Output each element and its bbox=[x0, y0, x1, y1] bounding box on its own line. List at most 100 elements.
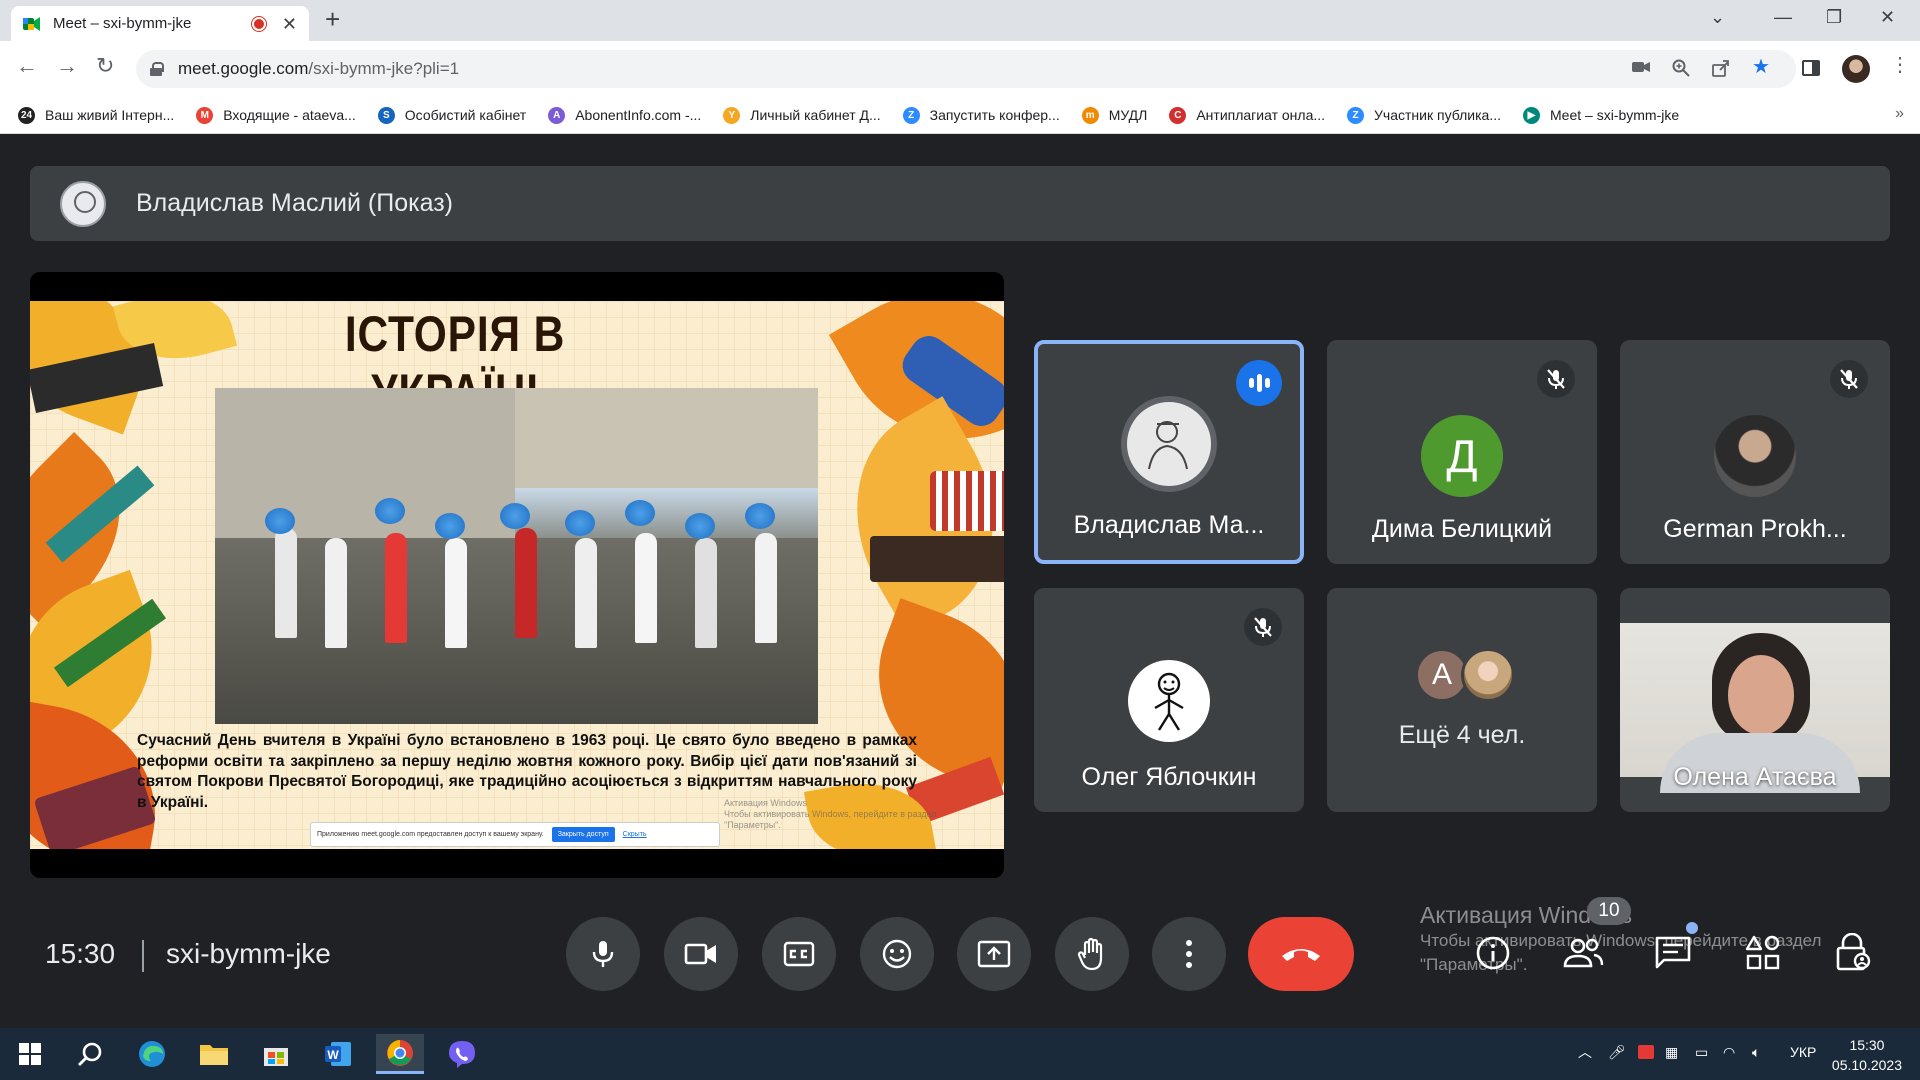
hide-notice-link[interactable]: Скрыть bbox=[623, 831, 647, 838]
photo-person bbox=[325, 538, 347, 648]
people-button[interactable] bbox=[1558, 928, 1608, 978]
chrome-menu-icon[interactable]: ⋮ bbox=[1890, 55, 1910, 75]
bookmark-item[interactable]: S Особистий кабінет bbox=[377, 106, 527, 124]
raise-hand-button[interactable] bbox=[1055, 917, 1129, 991]
mini-avatar bbox=[1461, 648, 1515, 702]
bookmark-favicon-icon: m bbox=[1081, 106, 1099, 124]
host-controls-button[interactable] bbox=[1828, 928, 1878, 978]
forward-icon[interactable]: → bbox=[56, 55, 78, 77]
share-icon[interactable] bbox=[1712, 59, 1730, 80]
screen-share-notice: Приложению meet.google.com предоставлен … bbox=[310, 822, 720, 847]
tray-volume-icon[interactable]: 🔈︎ bbox=[1752, 1045, 1760, 1059]
bookmark-label: AbonentInfo.com -... bbox=[575, 107, 702, 123]
taskbar-explorer[interactable] bbox=[190, 1034, 238, 1074]
video-face bbox=[1728, 655, 1794, 735]
bookmark-item[interactable]: A AbonentInfo.com -... bbox=[548, 106, 702, 124]
microphone-button[interactable] bbox=[566, 917, 640, 991]
bookmark-item[interactable]: ▶ Meet – sxi-bymm-jke bbox=[1523, 106, 1680, 124]
bookmark-label: Личный кабинет Д... bbox=[750, 107, 881, 123]
tray-clock[interactable]: 15:30 05.10.2023 bbox=[1832, 1035, 1902, 1075]
profile-avatar[interactable] bbox=[1842, 55, 1870, 83]
video-camera-icon bbox=[684, 943, 716, 965]
meeting-code: sxi-bymm-jke bbox=[166, 938, 331, 969]
browser-tab-meet[interactable]: Meet – sxi-bymm-jke ✕ bbox=[11, 6, 309, 41]
bookmark-label: Особистий кабінет bbox=[404, 107, 527, 123]
address-bar[interactable]: meet.google.com/sxi-bymm-jke?pli=1 ★ bbox=[136, 50, 1796, 88]
participant-tile-oleh[interactable]: Олег Яблочкин bbox=[1034, 588, 1304, 812]
bookmark-item[interactable]: m МУДЛ bbox=[1081, 106, 1147, 124]
bookmarks-overflow-icon[interactable]: » bbox=[1895, 105, 1904, 123]
participant-tile-olena[interactable]: Олена Атаєва bbox=[1620, 588, 1890, 812]
taskbar-chrome[interactable] bbox=[376, 1034, 424, 1074]
tab-search-icon[interactable]: ⌄ bbox=[1710, 8, 1725, 26]
decor-cup bbox=[930, 471, 1004, 531]
chat-button[interactable] bbox=[1648, 928, 1698, 978]
taskbar-viber[interactable] bbox=[438, 1034, 486, 1074]
slide-activation-watermark: Активация Windows Чтобы активировать Win… bbox=[724, 798, 937, 831]
shared-screen[interactable]: ІСТОРІЯ В УКРАЇНІ bbox=[30, 272, 1004, 878]
folder-icon bbox=[200, 1045, 228, 1065]
tray-mic-icon[interactable]: 🎤︎ bbox=[1608, 1045, 1626, 1059]
bookmark-star-icon[interactable]: ★ bbox=[1752, 57, 1770, 77]
photo-pompom bbox=[435, 513, 465, 539]
camera-button[interactable] bbox=[664, 917, 738, 991]
tray-battery-icon[interactable]: ▭ bbox=[1695, 1045, 1708, 1059]
photo-pompom bbox=[625, 500, 655, 526]
bookmark-item[interactable]: M Входящие - ataeva... bbox=[196, 106, 356, 124]
bookmark-item[interactable]: Z Участник публика... bbox=[1347, 106, 1501, 124]
bookmark-item[interactable]: Y Личный кабинет Д... bbox=[723, 106, 881, 124]
participant-tile-vladyslav[interactable]: Владислав Ма... bbox=[1034, 340, 1304, 564]
new-tab-button[interactable]: + bbox=[325, 6, 340, 32]
share-notice-text: Приложению meet.google.com предоставлен … bbox=[317, 831, 544, 838]
participant-name: Олена Атаєва bbox=[1673, 763, 1837, 791]
maximize-button[interactable]: ❐ bbox=[1826, 8, 1842, 26]
activities-button[interactable] bbox=[1738, 928, 1788, 978]
participant-tile-german[interactable]: German Prokh... bbox=[1620, 340, 1890, 564]
reload-icon[interactable]: ↻ bbox=[96, 55, 114, 77]
more-options-button[interactable] bbox=[1152, 917, 1226, 991]
tray-app-icon[interactable] bbox=[1638, 1045, 1654, 1059]
present-button[interactable] bbox=[957, 917, 1031, 991]
bookmark-item[interactable]: C Антиплагиат онла... bbox=[1169, 106, 1325, 124]
bookmark-favicon-icon: S bbox=[377, 106, 395, 124]
photo-pompom bbox=[500, 503, 530, 529]
camera-icon[interactable] bbox=[1632, 59, 1650, 77]
bookmark-favicon-icon: Z bbox=[1347, 106, 1365, 124]
meeting-details-button[interactable] bbox=[1468, 928, 1518, 978]
taskbar-edge[interactable] bbox=[128, 1034, 176, 1074]
bookmark-item[interactable]: Z Запустить конфер... bbox=[902, 106, 1060, 124]
avatar-letter: Д bbox=[1446, 430, 1478, 482]
start-button[interactable] bbox=[6, 1034, 54, 1074]
bookmark-label: Участник публика... bbox=[1374, 107, 1501, 123]
tray-wifi-icon[interactable]: ◠ bbox=[1723, 1045, 1735, 1059]
tray-network-app-icon[interactable]: ▦ bbox=[1665, 1045, 1678, 1059]
reactions-button[interactable] bbox=[860, 917, 934, 991]
taskbar-store[interactable] bbox=[252, 1034, 300, 1074]
leave-call-button[interactable] bbox=[1248, 917, 1354, 991]
participant-avatar: Д bbox=[1421, 415, 1503, 497]
taskbar-word[interactable]: W bbox=[314, 1034, 362, 1074]
microphone-icon bbox=[592, 941, 614, 967]
participant-tile-more[interactable]: А Ещё 4 чел. bbox=[1327, 588, 1597, 812]
tray-time: 15:30 bbox=[1849, 1037, 1885, 1053]
tray-overflow-icon[interactable]: ︿ bbox=[1578, 1045, 1592, 1059]
participant-name: Олег Яблочкин bbox=[1081, 763, 1257, 791]
zoom-icon[interactable] bbox=[1672, 59, 1690, 80]
minimize-button[interactable]: — bbox=[1774, 8, 1792, 26]
back-icon[interactable]: ← bbox=[16, 55, 38, 77]
close-window-button[interactable]: ✕ bbox=[1880, 8, 1895, 26]
bookmark-label: Meet – sxi-bymm-jke bbox=[1550, 107, 1680, 123]
captions-button[interactable] bbox=[762, 917, 836, 991]
side-panel-icon[interactable] bbox=[1802, 59, 1820, 80]
tab-close-icon[interactable]: ✕ bbox=[282, 15, 297, 33]
tray-language[interactable]: УКР bbox=[1790, 1045, 1816, 1059]
participant-tile-dima[interactable]: Д Дима Белицкий bbox=[1327, 340, 1597, 564]
photo-pompom bbox=[265, 508, 295, 534]
edge-icon bbox=[139, 1041, 165, 1067]
search-button[interactable] bbox=[66, 1034, 114, 1074]
participant-name: German Prokh... bbox=[1663, 515, 1847, 543]
bookmark-item[interactable]: 24 Ваш живий Інтерн... bbox=[18, 106, 174, 124]
stop-sharing-button[interactable]: Закрыть доступ bbox=[551, 827, 615, 842]
photo-person bbox=[515, 528, 537, 638]
photo-person bbox=[275, 528, 297, 638]
